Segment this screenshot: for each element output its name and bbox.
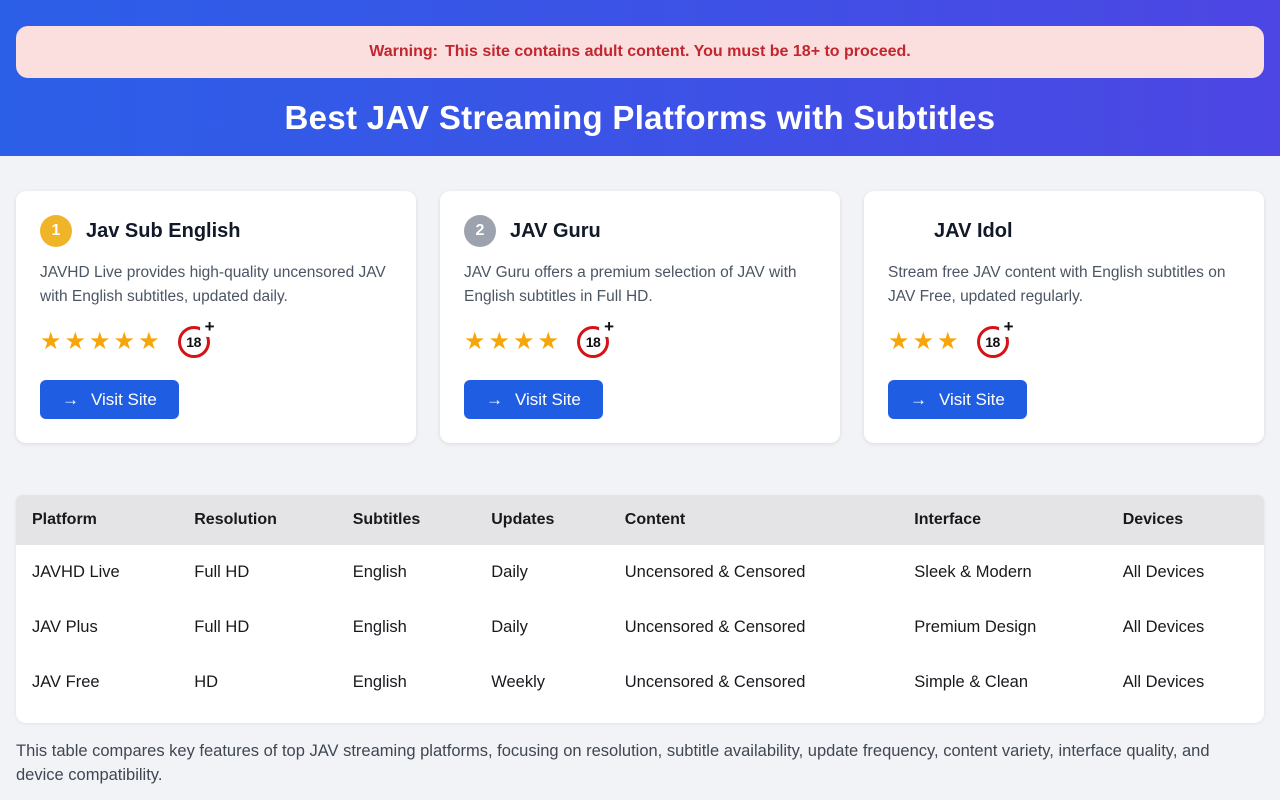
platform-card-jav-idol: JAV Idol Stream free JAV content with En…	[864, 191, 1264, 443]
table-description: This table compares key features of top …	[16, 739, 1246, 787]
cell-content: Uncensored & Censored	[609, 545, 899, 600]
cell-devices: All Devices	[1107, 545, 1264, 600]
platform-cards: 1 Jav Sub English JAVHD Live provides hi…	[16, 191, 1264, 443]
visit-site-button[interactable]: → Visit Site	[40, 380, 179, 419]
table-row-javhd-live: JAVHD Live Full HD English Daily Uncenso…	[16, 545, 1264, 600]
page-header: Warning: This site contains adult conten…	[0, 0, 1280, 156]
visit-site-button[interactable]: → Visit Site	[464, 380, 603, 419]
cell-platform: JAV Free	[16, 655, 178, 710]
table-row-jav-free: JAV Free HD English Weekly Uncensored & …	[16, 655, 1264, 710]
rank-badge	[888, 215, 920, 247]
table-row-jav-plus: JAV Plus Full HD English Daily Uncensore…	[16, 600, 1264, 655]
cell-devices: All Devices	[1107, 655, 1264, 710]
cell-platform: JAVHD Live	[16, 545, 178, 600]
column-header-resolution: Resolution	[178, 495, 336, 545]
cell-subtitles: English	[337, 545, 476, 600]
visit-site-label: Visit Site	[939, 390, 1005, 410]
rank-badge: 1	[40, 215, 72, 247]
platform-card-jav-sub-english: 1 Jav Sub English JAVHD Live provides hi…	[16, 191, 416, 443]
card-title: JAV Guru	[510, 220, 601, 243]
star-rating-icon: ★★★	[888, 330, 962, 354]
adult-warning-banner: Warning: This site contains adult conten…	[16, 26, 1264, 78]
card-header: 2 JAV Guru	[464, 215, 816, 247]
platform-card-jav-guru: 2 JAV Guru JAV Guru offers a premium sel…	[440, 191, 840, 443]
arrow-right-icon: →	[910, 391, 927, 408]
page-title: Best JAV Streaming Platforms with Subtit…	[16, 99, 1264, 137]
main-content: 1 Jav Sub English JAVHD Live provides hi…	[0, 191, 1280, 787]
comparison-table: Platform Resolution Subtitles Updates Co…	[16, 495, 1264, 710]
table-header-row: Platform Resolution Subtitles Updates Co…	[16, 495, 1264, 545]
column-header-subtitles: Subtitles	[337, 495, 476, 545]
cell-subtitles: English	[337, 600, 476, 655]
cell-updates: Daily	[475, 545, 609, 600]
18-plus-sign: +	[205, 318, 215, 335]
cell-content: Uncensored & Censored	[609, 655, 899, 710]
cell-devices: All Devices	[1107, 600, 1264, 655]
rating-row: ★★★ 18 +	[888, 324, 1240, 360]
arrow-right-icon: →	[62, 391, 79, 408]
star-rating-icon: ★★★★	[464, 330, 562, 354]
cell-resolution: Full HD	[178, 545, 336, 600]
18-plus-icon: 18 +	[178, 326, 210, 358]
card-description: JAV Guru offers a premium selection of J…	[464, 261, 816, 309]
column-header-devices: Devices	[1107, 495, 1264, 545]
card-description: Stream free JAV content with English sub…	[888, 261, 1240, 309]
18-plus-sign: +	[1004, 318, 1014, 335]
cell-resolution: Full HD	[178, 600, 336, 655]
18-plus-icon: 18 +	[977, 326, 1009, 358]
cell-content: Uncensored & Censored	[609, 600, 899, 655]
rating-row: ★★★★★ 18 +	[40, 324, 392, 360]
column-header-interface: Interface	[898, 495, 1106, 545]
cell-resolution: HD	[178, 655, 336, 710]
card-description: JAVHD Live provides high-quality uncenso…	[40, 261, 392, 309]
visit-site-label: Visit Site	[515, 390, 581, 410]
cell-interface: Premium Design	[898, 600, 1106, 655]
visit-site-label: Visit Site	[91, 390, 157, 410]
cell-updates: Weekly	[475, 655, 609, 710]
cell-interface: Simple & Clean	[898, 655, 1106, 710]
card-title: Jav Sub English	[86, 220, 240, 243]
card-title: JAV Idol	[934, 220, 1013, 243]
cell-platform: JAV Plus	[16, 600, 178, 655]
cell-subtitles: English	[337, 655, 476, 710]
column-header-platform: Platform	[16, 495, 178, 545]
rating-row: ★★★★ 18 +	[464, 324, 816, 360]
18-plus-sign: +	[604, 318, 614, 335]
card-header: 1 Jav Sub English	[40, 215, 392, 247]
cell-updates: Daily	[475, 600, 609, 655]
star-rating-icon: ★★★★★	[40, 330, 163, 354]
card-header: JAV Idol	[888, 215, 1240, 247]
rank-badge: 2	[464, 215, 496, 247]
warning-text: This site contains adult content. You mu…	[445, 43, 911, 61]
column-header-updates: Updates	[475, 495, 609, 545]
18-plus-icon: 18 +	[577, 326, 609, 358]
warning-label: Warning:	[369, 43, 438, 61]
column-header-content: Content	[609, 495, 899, 545]
visit-site-button[interactable]: → Visit Site	[888, 380, 1027, 419]
cell-interface: Sleek & Modern	[898, 545, 1106, 600]
arrow-right-icon: →	[486, 391, 503, 408]
comparison-table-card: Platform Resolution Subtitles Updates Co…	[16, 495, 1264, 723]
